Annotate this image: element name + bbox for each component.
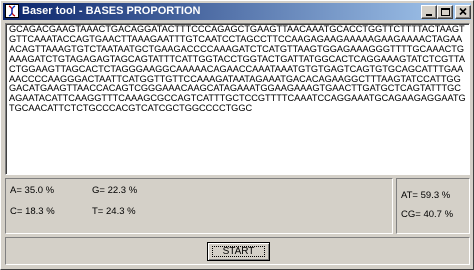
at-content: AT= 59.3 %	[401, 190, 451, 201]
cg-content: CG= 40.7 %	[401, 209, 454, 220]
title-bar[interactable]: Baser tool - BASES PROPORTION	[3, 3, 471, 20]
start-button[interactable]: START	[207, 242, 270, 261]
close-button[interactable]	[455, 5, 471, 19]
a-proportion: A= 35.0 %	[10, 185, 55, 196]
maximize-button[interactable]	[437, 5, 453, 19]
window-title: Baser tool - BASES PROPORTION	[22, 5, 201, 17]
dna-app-icon	[5, 4, 19, 18]
gc-content-panel	[396, 178, 470, 234]
start-button-label: START	[222, 245, 255, 257]
g-proportion: G= 22.3 %	[92, 185, 138, 196]
baser-tool-window: Baser tool - BASES PROPORTION GCAGACGAAG…	[0, 0, 474, 270]
c-proportion: C= 18.3 %	[10, 206, 55, 217]
minimize-icon	[426, 14, 432, 16]
base-proportions-panel	[5, 178, 393, 234]
t-proportion: T= 24.3 %	[92, 206, 136, 217]
close-icon	[459, 7, 467, 16]
maximize-icon	[441, 8, 450, 16]
sequence-text-area[interactable]: GCAGACGAAGTAAACTGACAGGATACTTTCCCAGAGCTGA…	[5, 23, 470, 175]
minimize-button[interactable]	[421, 5, 437, 19]
